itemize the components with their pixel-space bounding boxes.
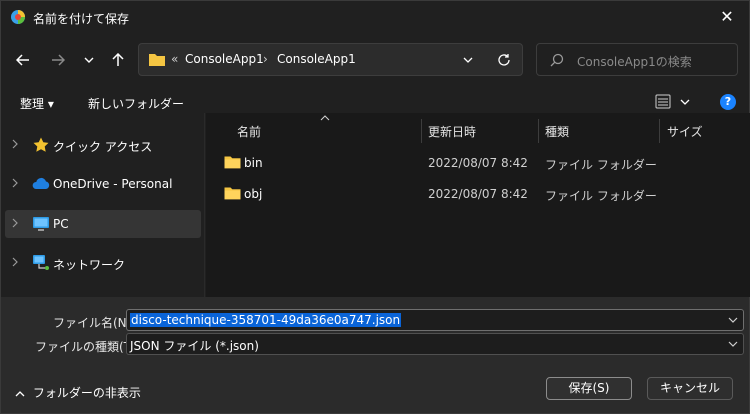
- file-date: 2022/08/07 8:42: [428, 156, 528, 170]
- column-header-date[interactable]: 更新日時: [428, 123, 476, 140]
- forward-button[interactable]: [45, 47, 71, 73]
- search-placeholder: ConsoleApp1の検索: [577, 55, 692, 69]
- refresh-icon[interactable]: [495, 51, 513, 69]
- file-list[interactable]: 名前 更新日時 種類 サイズ bin 2022/08/07 8:42 ファイル …: [206, 113, 750, 297]
- cancel-button[interactable]: キャンセル: [647, 377, 733, 400]
- chevron-down-icon[interactable]: [727, 314, 739, 326]
- breadcrumb-separator[interactable]: ›: [263, 52, 268, 66]
- column-separator[interactable]: [538, 119, 539, 143]
- filetype-select[interactable]: JSON ファイル (*.json): [126, 333, 744, 355]
- arrow-left-icon: [16, 54, 29, 66]
- window-title: 名前を付けて保存: [33, 12, 130, 26]
- save-button[interactable]: 保存(S): [546, 377, 632, 400]
- up-button[interactable]: [105, 47, 131, 73]
- pane-divider[interactable]: [204, 113, 205, 297]
- chevron-up-icon: [15, 391, 25, 397]
- back-button[interactable]: [10, 47, 36, 73]
- filename-input[interactable]: disco-technique-358701-49da36e0a747.json: [126, 309, 744, 331]
- sidebar-item-network[interactable]: ネットワーク: [5, 249, 201, 277]
- file-name: bin: [244, 156, 263, 170]
- help-icon[interactable]: ?: [720, 94, 736, 110]
- list-view-icon: [655, 94, 690, 109]
- column-header-type[interactable]: 種類: [545, 123, 569, 140]
- save-as-dialog: 名前を付けて保存 ✕ « ConsoleApp1 › ConsoleApp1 C…: [0, 0, 750, 414]
- folder-icon: [224, 156, 241, 169]
- filetype-value: JSON ファイル (*.json): [130, 339, 259, 353]
- recent-locations-button[interactable]: [76, 47, 102, 73]
- search-icon: [550, 53, 564, 67]
- address-dropdown-icon[interactable]: [459, 51, 477, 69]
- chevron-right-icon: [12, 178, 18, 188]
- arrow-right-icon: [52, 54, 65, 66]
- hide-folders-label: フォルダーの非表示: [32, 386, 141, 400]
- file-date: 2022/08/07 8:42: [428, 187, 528, 201]
- search-box[interactable]: ConsoleApp1の検索: [536, 43, 738, 76]
- chevron-right-icon: [12, 218, 18, 228]
- file-name: obj: [244, 187, 263, 201]
- monitor-icon: [33, 217, 49, 231]
- star-icon: [33, 137, 49, 152]
- sidebar-item-label: OneDrive - Personal: [53, 177, 173, 191]
- sidebar-item-label: PC: [53, 217, 69, 231]
- chevron-down-icon: [84, 57, 94, 63]
- title-bar: 名前を付けて保存 ✕: [1, 1, 749, 33]
- close-icon[interactable]: ✕: [715, 5, 739, 29]
- sidebar-item-quick-access[interactable]: クイック アクセス: [5, 131, 201, 159]
- address-bar[interactable]: « ConsoleApp1 › ConsoleApp1: [138, 43, 523, 76]
- cloud-icon: [32, 177, 50, 189]
- hide-folders-toggle[interactable]: フォルダーの非表示: [15, 384, 141, 401]
- filename-label: ファイル名(N):: [53, 316, 136, 330]
- app-icon: [11, 10, 25, 24]
- column-header-size[interactable]: サイズ: [667, 123, 703, 140]
- new-folder-button[interactable]: 新しいフォルダー: [88, 95, 184, 112]
- arrow-up-icon: [112, 53, 124, 66]
- file-type: ファイル フォルダー: [545, 189, 657, 203]
- network-icon: [33, 255, 49, 270]
- sidebar-item-label: ネットワーク: [53, 258, 126, 272]
- sidebar-item-pc[interactable]: PC: [5, 210, 201, 238]
- sidebar-item-onedrive[interactable]: OneDrive - Personal: [5, 170, 201, 198]
- filename-value: disco-technique-358701-49da36e0a747.json: [130, 313, 402, 327]
- filetype-label: ファイルの種類(T):: [35, 340, 140, 354]
- folder-icon: [224, 187, 241, 200]
- chevron-right-icon: [12, 139, 18, 149]
- file-type: ファイル フォルダー: [545, 158, 657, 172]
- organize-button[interactable]: 整理 ▾: [20, 95, 54, 112]
- breadcrumb-item[interactable]: ConsoleApp1: [277, 52, 356, 66]
- breadcrumb-item[interactable]: ConsoleApp1: [185, 52, 264, 66]
- sidebar-item-label: クイック アクセス: [53, 140, 153, 154]
- file-row[interactable]: bin 2022/08/07 8:42 ファイル フォルダー: [206, 150, 750, 176]
- overflow-chevron[interactable]: «: [171, 52, 178, 66]
- chevron-down-icon: [728, 341, 738, 347]
- sort-ascending-icon: [320, 115, 330, 121]
- view-options-button[interactable]: [655, 93, 695, 113]
- column-separator[interactable]: [659, 119, 660, 143]
- file-row[interactable]: obj 2022/08/07 8:42 ファイル フォルダー: [206, 181, 750, 207]
- column-header-name[interactable]: 名前: [237, 123, 261, 140]
- column-separator[interactable]: [421, 119, 422, 143]
- chevron-right-icon: [12, 257, 18, 267]
- folder-icon: [149, 54, 165, 66]
